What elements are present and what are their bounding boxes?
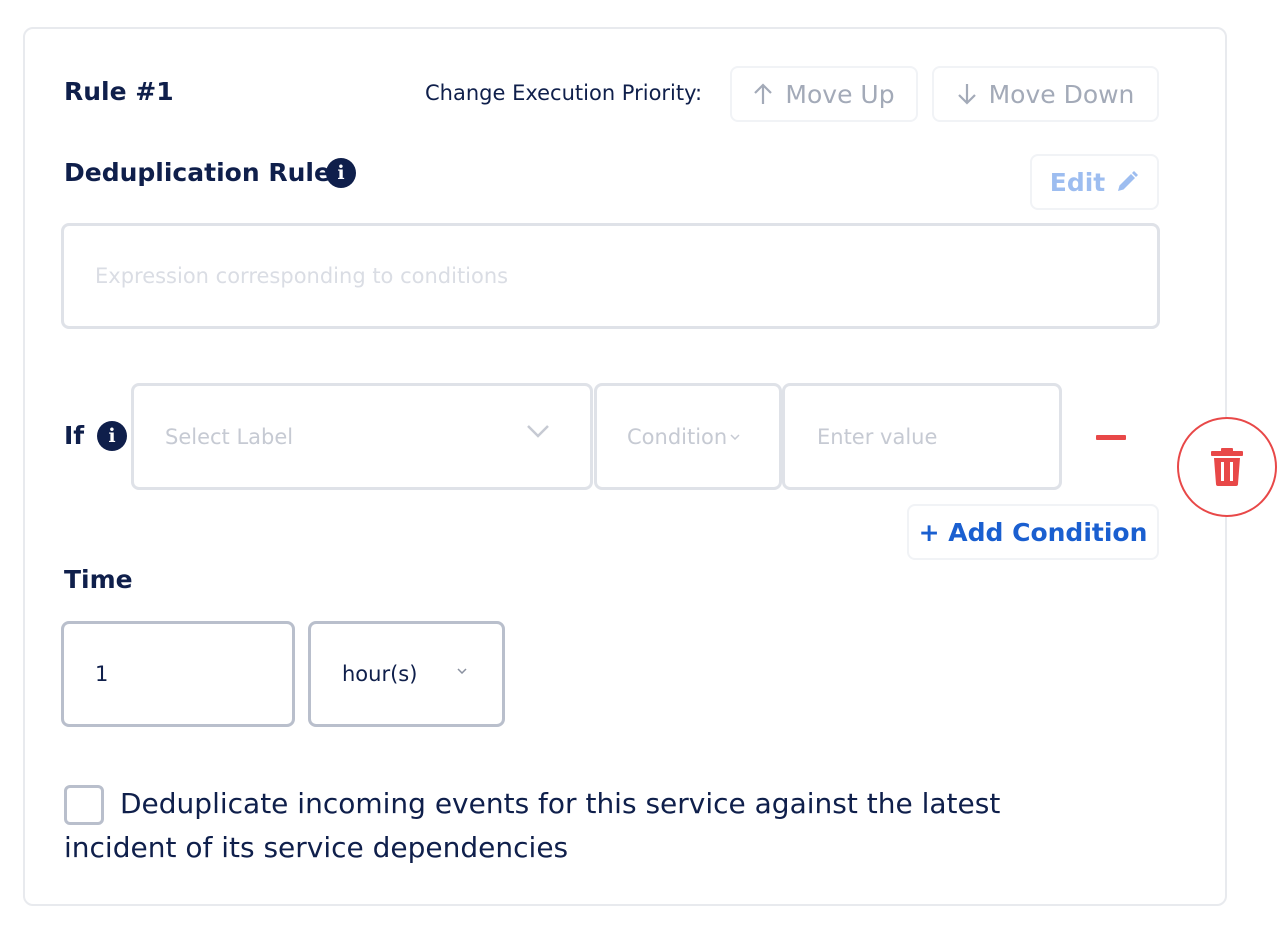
- value-input[interactable]: Enter value: [782, 383, 1062, 490]
- pencil-icon: [1118, 171, 1139, 191]
- dedup-rule-title: Deduplication Rule: [64, 158, 331, 187]
- move-up-button[interactable]: Move Up: [730, 66, 918, 122]
- move-down-button[interactable]: Move Down: [932, 66, 1159, 122]
- chevron-down-icon: [527, 425, 549, 438]
- info-icon[interactable]: i: [97, 421, 127, 451]
- dependency-checkbox-label: Deduplicate incoming events for this ser…: [64, 787, 1001, 864]
- edit-label: Edit: [1049, 167, 1106, 197]
- delete-rule-button[interactable]: [1177, 417, 1277, 517]
- select-label-dropdown[interactable]: Select Label: [131, 383, 593, 490]
- trash-icon: [1211, 448, 1243, 486]
- condition-placeholder: Condition: [627, 424, 728, 449]
- move-up-label: Move Up: [785, 79, 895, 109]
- priority-label: Change Execution Priority:: [425, 81, 703, 105]
- remove-condition-button[interactable]: [1096, 435, 1126, 440]
- time-unit-value: hour(s): [342, 662, 418, 686]
- arrow-up-icon: [754, 83, 773, 104]
- move-down-label: Move Down: [988, 79, 1135, 109]
- condition-dropdown[interactable]: Condition: [594, 383, 782, 490]
- info-icon[interactable]: i: [326, 158, 356, 188]
- expression-field[interactable]: Expression corresponding to conditions: [61, 223, 1160, 329]
- time-value-input[interactable]: 1: [61, 621, 295, 727]
- time-unit-dropdown[interactable]: hour(s): [308, 621, 505, 727]
- arrow-down-icon: [957, 84, 976, 105]
- chevron-down-icon: [457, 668, 467, 674]
- chevron-down-icon: [730, 433, 740, 440]
- dependency-checkbox[interactable]: [64, 785, 104, 825]
- select-label-placeholder: Select Label: [165, 424, 294, 449]
- if-label: If: [64, 421, 85, 450]
- add-condition-button[interactable]: + Add Condition: [907, 504, 1159, 560]
- time-title: Time: [64, 565, 133, 594]
- rule-title: Rule #1: [64, 77, 174, 106]
- edit-button[interactable]: Edit: [1030, 154, 1159, 210]
